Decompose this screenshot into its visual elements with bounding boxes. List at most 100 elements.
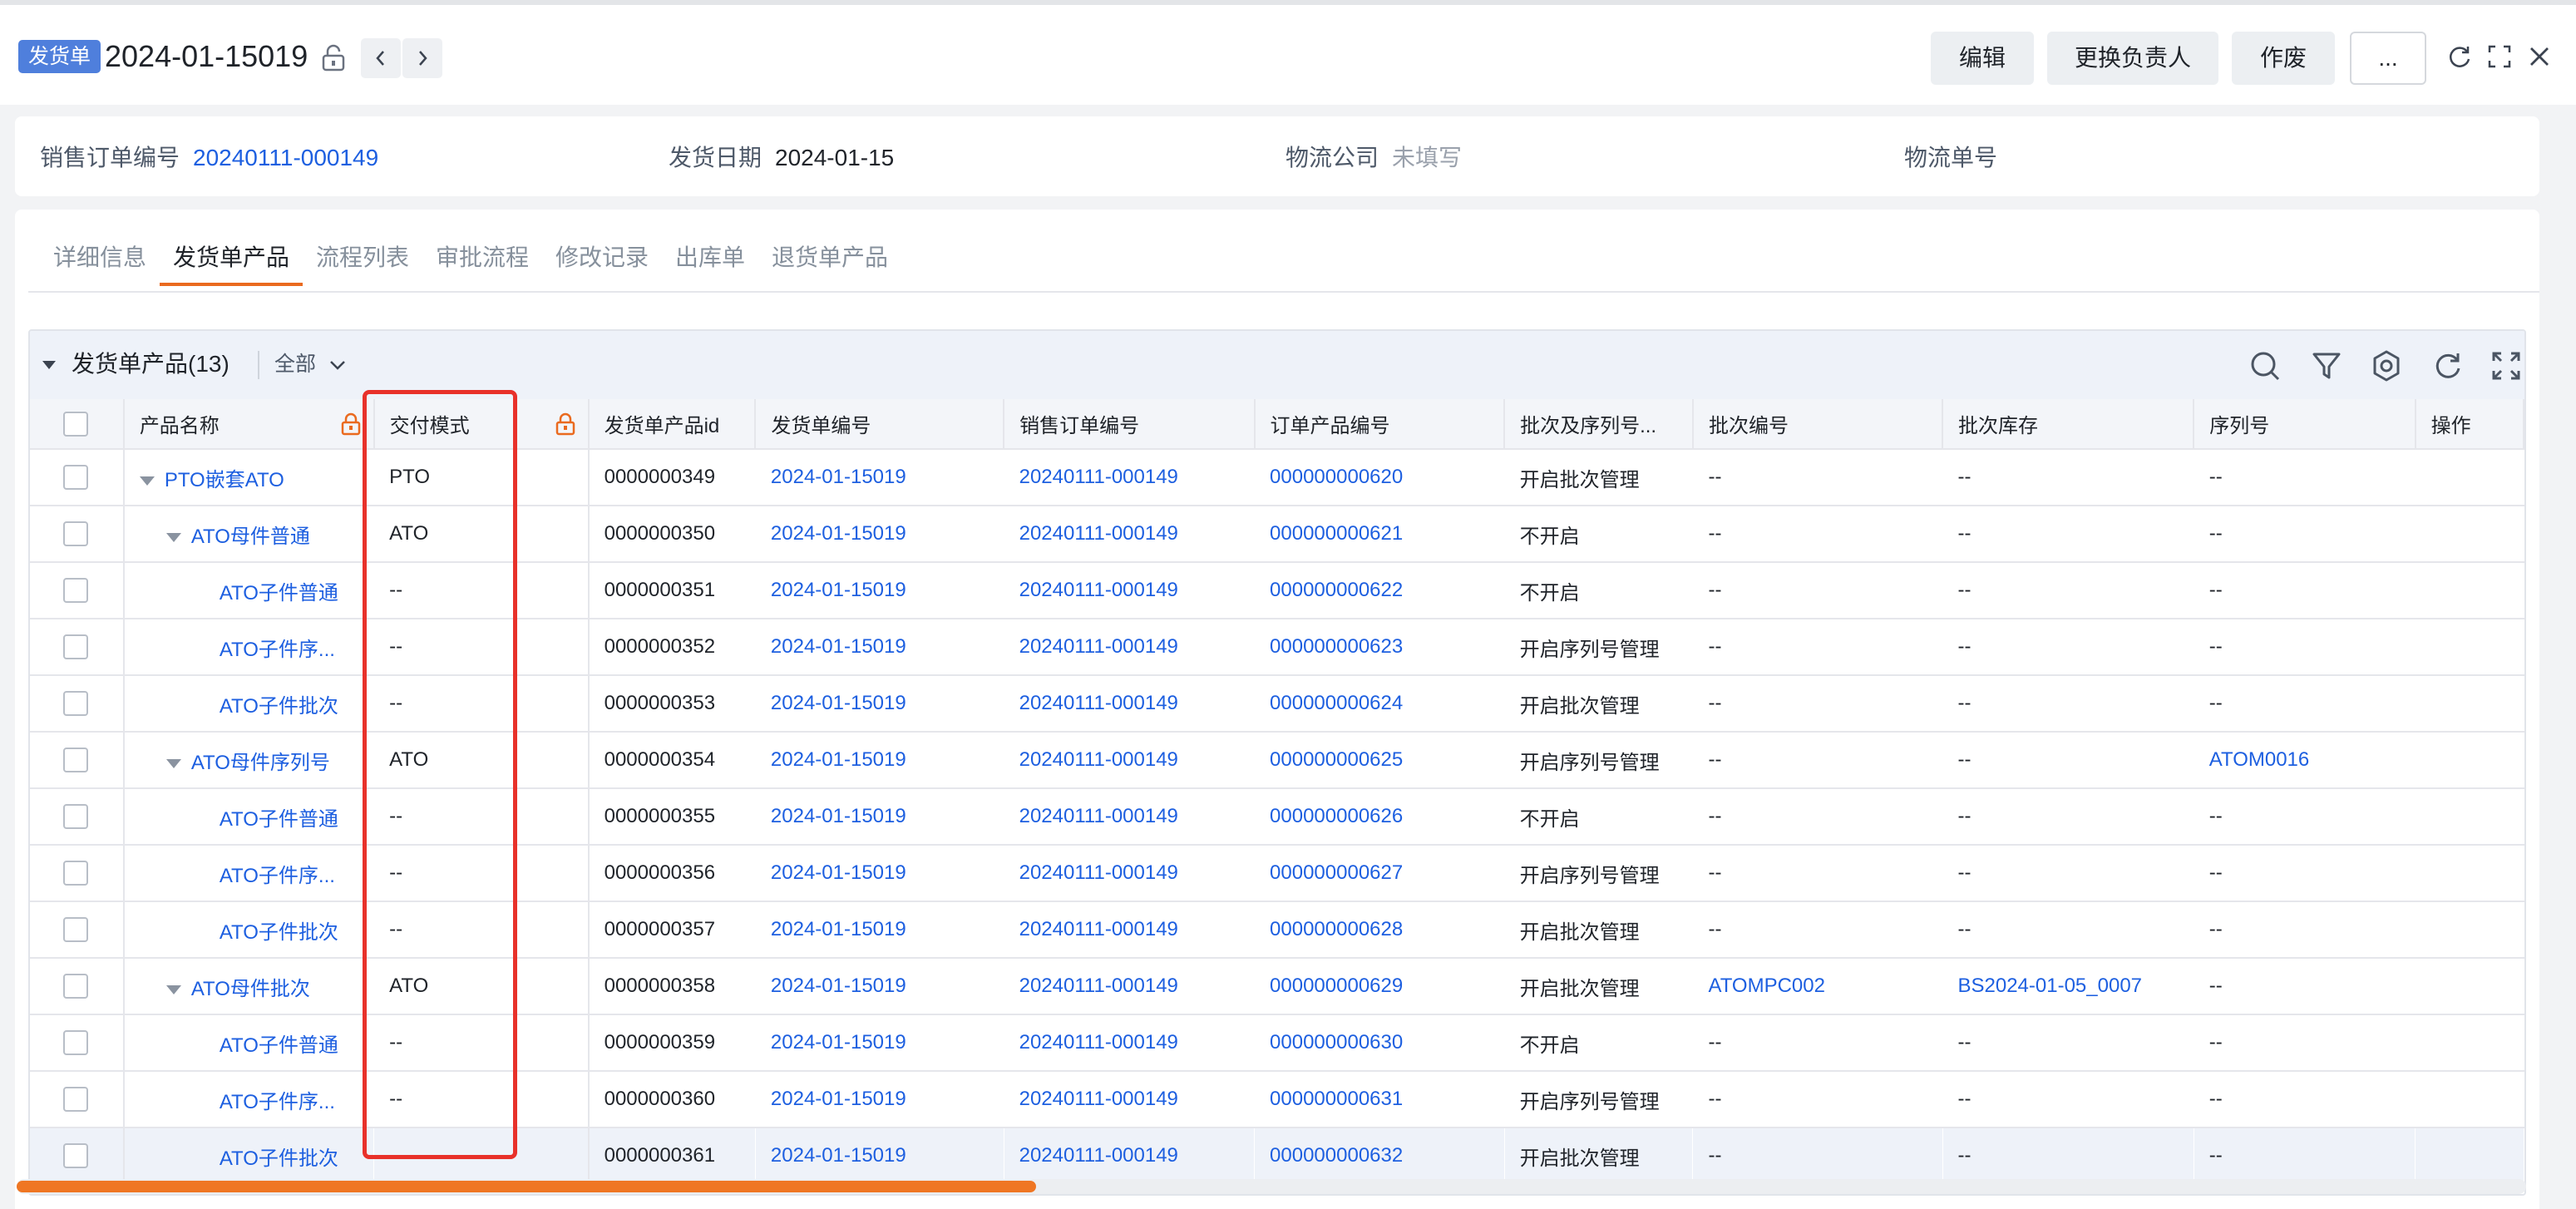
batch-number-cell[interactable]: ATOMPC002: [1692, 958, 1942, 1015]
row-checkbox[interactable]: [63, 578, 88, 603]
column-header[interactable]: 批次库存: [1942, 399, 2195, 450]
tab-change-log[interactable]: 修改记录: [555, 239, 649, 276]
column-header[interactable]: 操作: [2415, 399, 2524, 450]
change-owner-button[interactable]: 更换负责人: [2047, 32, 2218, 85]
lock-icon[interactable]: [321, 43, 346, 72]
collapse-caret-icon[interactable]: [42, 359, 57, 371]
shipment-number-link[interactable]: 2024-01-15019: [755, 675, 1004, 733]
row-actions-cell[interactable]: [2415, 1014, 2524, 1072]
shipment-number-link[interactable]: 2024-01-15019: [755, 788, 1004, 846]
shipment-number-link[interactable]: 2024-01-15019: [755, 732, 1004, 789]
row-checkbox[interactable]: [63, 1030, 88, 1055]
sales-order-link[interactable]: 20240111-000149: [1004, 562, 1255, 619]
sales-order-link[interactable]: 20240111-000149: [1004, 506, 1255, 563]
table-row[interactable]: ATO子件批次 -- 0000000361 2024-01-15019 20240111…: [30, 1128, 2524, 1185]
close-icon[interactable]: [2524, 42, 2554, 72]
sales-order-link[interactable]: 20240111-000149: [1004, 958, 1255, 1015]
row-checkbox[interactable]: [63, 804, 88, 829]
order-product-link[interactable]: 000000000632: [1254, 1128, 1505, 1185]
row-actions-cell[interactable]: [2415, 1128, 2524, 1185]
order-product-link[interactable]: 000000000620: [1254, 449, 1505, 506]
row-checkbox[interactable]: [63, 1087, 88, 1112]
column-header[interactable]: 销售订单编号: [1004, 399, 1256, 450]
tab-outbound-orders[interactable]: 出库单: [675, 239, 745, 276]
product-name-link[interactable]: ATO子件序...: [220, 865, 335, 887]
column-header[interactable]: 批次及序列号...: [1504, 399, 1694, 450]
table-row[interactable]: ATO子件批次 -- 0000000357 2024-01-15019 20240111…: [30, 901, 2524, 959]
order-product-link[interactable]: 000000000626: [1254, 788, 1505, 846]
row-actions-cell[interactable]: [2415, 788, 2524, 846]
column-header[interactable]: 产品名称: [123, 399, 375, 450]
shipment-number-link[interactable]: 2024-01-15019: [755, 1071, 1004, 1128]
product-name-link[interactable]: ATO子件批次: [220, 921, 338, 944]
shipment-number-link[interactable]: 2024-01-15019: [755, 562, 1004, 619]
row-actions-cell[interactable]: [2415, 901, 2524, 959]
tab-shipment-products[interactable]: 发货单产品: [173, 239, 289, 276]
horizontal-scrollbar-thumb[interactable]: [17, 1181, 1036, 1192]
shipment-number-link[interactable]: 2024-01-15019: [755, 958, 1004, 1015]
order-product-link[interactable]: 000000000628: [1254, 901, 1505, 959]
tab-details[interactable]: 详细信息: [53, 239, 146, 276]
column-lock-icon[interactable]: [340, 412, 362, 436]
search-icon[interactable]: [2248, 349, 2282, 382]
table-row[interactable]: ATO子件普通 -- 0000000351 2024-01-15019 20240111…: [30, 562, 2524, 619]
row-actions-cell[interactable]: [2415, 1071, 2524, 1128]
expand-caret-icon[interactable]: [165, 758, 181, 768]
order-product-link[interactable]: 000000000621: [1254, 506, 1505, 563]
column-header[interactable]: 订单产品编号: [1254, 399, 1506, 450]
shipment-number-link[interactable]: 2024-01-15019: [755, 845, 1004, 902]
prev-record-button[interactable]: [361, 38, 401, 78]
shipment-number-link[interactable]: 2024-01-15019: [755, 1014, 1004, 1072]
product-name-link[interactable]: ATO子件序...: [220, 1091, 335, 1113]
column-header[interactable]: 发货单产品id: [588, 399, 757, 450]
row-checkbox[interactable]: [63, 465, 88, 490]
row-actions-cell[interactable]: [2415, 732, 2524, 789]
table-row[interactable]: ATO子件序... -- 0000000356 2024-01-15019 202401…: [30, 845, 2524, 902]
order-product-link[interactable]: 000000000625: [1254, 732, 1505, 789]
expand-caret-icon[interactable]: [139, 476, 155, 486]
product-name-link[interactable]: ATO子件普通: [220, 1034, 338, 1057]
sales-order-link[interactable]: 20240111-000149: [1004, 845, 1255, 902]
column-header[interactable]: 批次编号: [1692, 399, 1944, 450]
settings-icon[interactable]: [2370, 349, 2403, 382]
shipment-number-link[interactable]: 2024-01-15019: [755, 901, 1004, 959]
refresh-icon[interactable]: [2431, 349, 2465, 382]
table-row[interactable]: ATO子件序... -- 0000000360 2024-01-15019 202401…: [30, 1071, 2524, 1128]
sales-order-link[interactable]: 20240111-000149: [1004, 675, 1255, 733]
select-all-checkbox[interactable]: [63, 411, 88, 437]
product-name-link[interactable]: ATO母件序列号: [191, 752, 330, 774]
filter-icon[interactable]: [2310, 349, 2343, 382]
product-name-link[interactable]: ATO子件批次: [220, 695, 338, 718]
serial-number-cell[interactable]: ATOM0016: [2194, 732, 2416, 789]
shipment-number-link[interactable]: 2024-01-15019: [755, 506, 1004, 563]
sales-order-link[interactable]: 20240111-000149: [1004, 732, 1255, 789]
product-name-link[interactable]: ATO子件批次: [220, 1147, 338, 1170]
sales-order-link[interactable]: 20240111-000149: [1004, 619, 1255, 676]
row-actions-cell[interactable]: [2415, 675, 2524, 733]
product-name-link[interactable]: PTO嵌套ATO: [165, 469, 284, 491]
row-actions-cell[interactable]: [2415, 562, 2524, 619]
product-name-link[interactable]: ATO子件普通: [220, 808, 338, 831]
table-row[interactable]: ATO母件批次 ATO 0000000358 2024-01-15019 2024011…: [30, 958, 2524, 1015]
order-product-link[interactable]: 000000000624: [1254, 675, 1505, 733]
sales-order-link[interactable]: 20240111-000149: [193, 145, 378, 170]
column-header[interactable]: 交付模式: [373, 399, 590, 450]
product-name-link[interactable]: ATO子件序...: [220, 639, 335, 661]
order-product-link[interactable]: 000000000627: [1254, 845, 1505, 902]
column-header[interactable]: 发货单编号: [755, 399, 1005, 450]
column-lock-icon[interactable]: [555, 412, 576, 436]
order-product-link[interactable]: 000000000622: [1254, 562, 1505, 619]
shipment-number-link[interactable]: 2024-01-15019: [755, 619, 1004, 676]
edit-button[interactable]: 编辑: [1931, 32, 2034, 85]
row-checkbox[interactable]: [63, 917, 88, 942]
row-actions-cell[interactable]: [2415, 619, 2524, 676]
column-header[interactable]: 序列号: [2194, 399, 2416, 450]
more-actions-button[interactable]: ...: [2350, 32, 2426, 85]
table-row[interactable]: ATO子件序... -- 0000000352 2024-01-15019 202401…: [30, 619, 2524, 676]
order-product-link[interactable]: 000000000631: [1254, 1071, 1505, 1128]
product-name-link[interactable]: ATO母件普通: [191, 526, 310, 548]
batch-stock-cell[interactable]: BS2024-01-05_0007: [1942, 958, 2194, 1015]
tab-process-list[interactable]: 流程列表: [316, 239, 409, 276]
order-product-link[interactable]: 000000000623: [1254, 619, 1505, 676]
sales-order-link[interactable]: 20240111-000149: [1004, 788, 1255, 846]
